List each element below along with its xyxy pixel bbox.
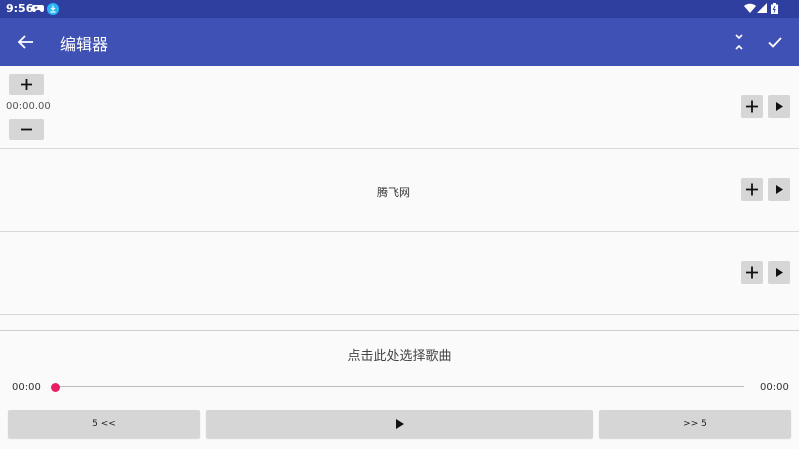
collapse-icon[interactable] [727, 30, 751, 54]
gamepad-icon [32, 3, 44, 13]
play-icon [396, 419, 404, 429]
seek-thumb[interactable] [50, 383, 60, 392]
play-icon [776, 185, 783, 194]
page-title: 编辑器 [60, 35, 109, 54]
play-button[interactable] [206, 410, 593, 438]
rewind-button[interactable]: 5 << [8, 410, 200, 438]
plus-icon [746, 183, 758, 196]
plus-icon [746, 100, 758, 113]
status-time: 9:56 [6, 2, 34, 15]
select-song-button[interactable]: 点击此处选择歌曲 [0, 345, 799, 364]
add-line-button[interactable] [741, 95, 763, 118]
time-increase-button[interactable] [9, 74, 44, 95]
back-arrow-icon[interactable] [14, 30, 38, 54]
play-line-button[interactable] [768, 95, 790, 118]
wifi-icon [744, 3, 756, 13]
plus-icon [746, 266, 758, 279]
seek-bar[interactable] [55, 386, 744, 387]
app-bar: 编辑器 [0, 18, 799, 66]
row-time: 00:00.00 [6, 101, 51, 112]
lyric-text: 腾飞网 [377, 186, 410, 199]
play-line-button[interactable] [768, 261, 790, 284]
current-time: 00:00 [12, 382, 41, 393]
play-icon [776, 268, 783, 277]
lyric-row-1: 00:00.00 [0, 66, 799, 149]
divider [0, 330, 799, 331]
forward-button[interactable]: >> 5 [599, 410, 791, 438]
lyric-row-2: 腾飞网 [0, 149, 799, 232]
add-line-button[interactable] [741, 178, 763, 201]
add-line-button[interactable] [741, 261, 763, 284]
check-icon[interactable] [763, 30, 787, 54]
download-icon [47, 3, 59, 15]
battery-icon [771, 3, 778, 14]
minus-icon [21, 128, 32, 131]
play-line-button[interactable] [768, 178, 790, 201]
signal-icon [757, 3, 767, 13]
play-icon [776, 102, 783, 111]
plus-icon [21, 79, 32, 90]
status-bar: 9:56 [0, 0, 799, 18]
lyric-row-3 [0, 232, 799, 315]
time-decrease-button[interactable] [9, 119, 44, 140]
total-time: 00:00 [760, 382, 789, 393]
